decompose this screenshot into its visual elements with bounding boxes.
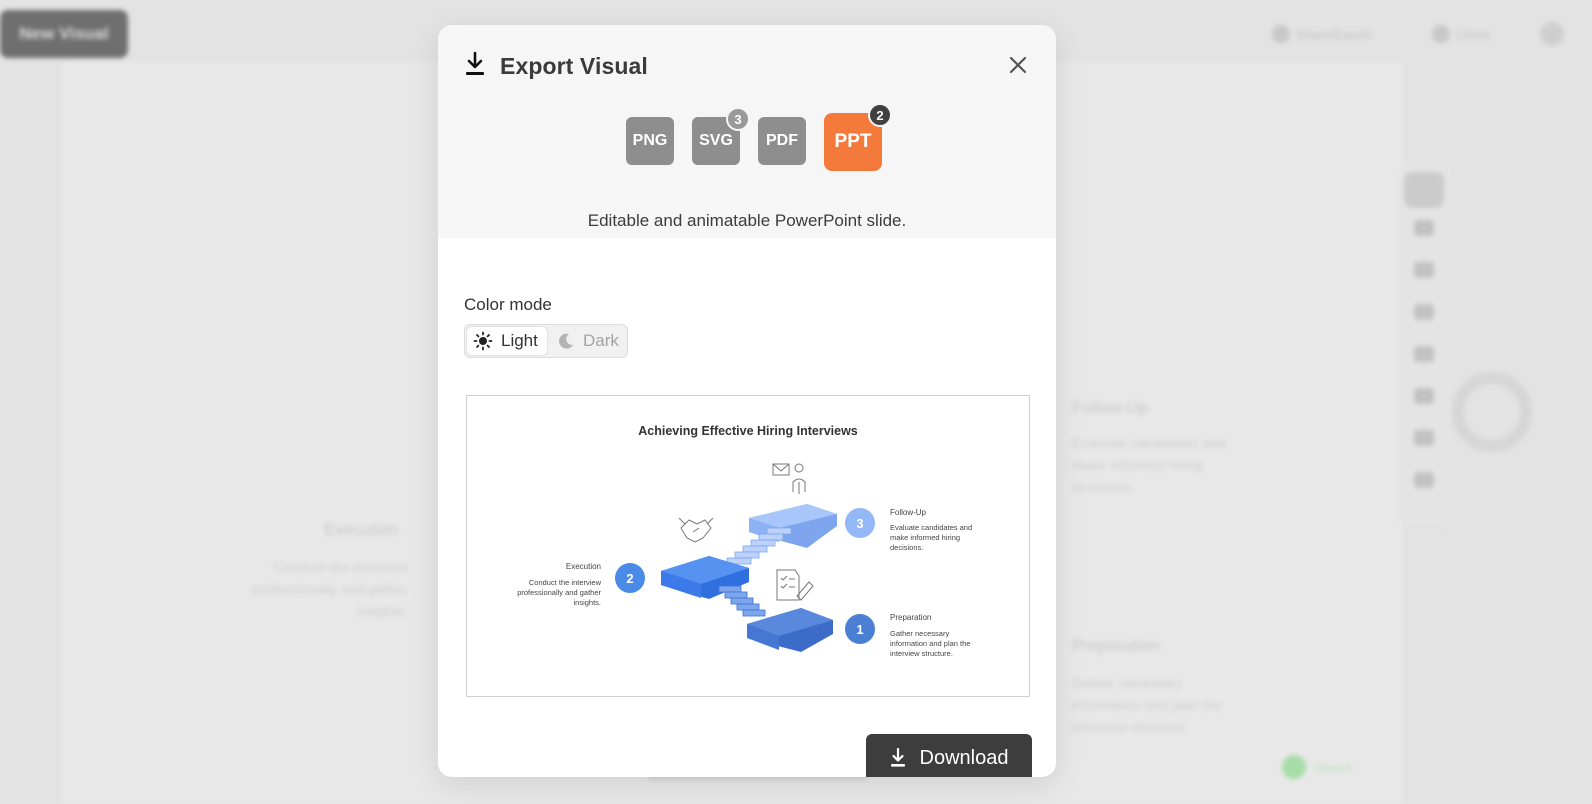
bg-text-line: make informed hiring (1072, 457, 1203, 473)
bg-text-line: professionally and gather (251, 581, 408, 597)
export-preview: Achieving Effective Hiring Interviews 1 … (466, 395, 1030, 697)
bg-text-line: Evaluate candidates and (1072, 435, 1226, 451)
toolbar-tool-draw (1414, 346, 1434, 362)
step2-desc-line: Conduct the interview (529, 578, 602, 587)
toolbar-tool-icon (1414, 304, 1434, 320)
bg-text-line: Gather necessary (1072, 675, 1183, 691)
bg-heading-followup: Follow-Up (1072, 398, 1149, 417)
toolbar-tool-image (1414, 472, 1434, 488)
format-pdf-button[interactable]: PDF (758, 117, 806, 165)
download-button[interactable]: Download (866, 734, 1032, 777)
color-mode-label: Color mode (464, 295, 552, 314)
step1-label: Preparation Gather necessary information… (890, 613, 970, 658)
checklist-pencil-icon (776, 569, 814, 601)
toolbar-tool-shape (1414, 220, 1434, 236)
step1-number: 1 (845, 614, 875, 644)
background-ring-decoration (1452, 372, 1532, 452)
bg-heading-preparation: Preparation (1072, 636, 1160, 655)
step2-desc-line: professionally and gather (517, 588, 601, 597)
check-icon (1282, 755, 1306, 779)
bg-text-line: interview structure. (1072, 719, 1190, 735)
share-label: Share/Export (1296, 26, 1372, 42)
step3-desc-line: decisions. (890, 543, 923, 552)
download-label: Download (919, 746, 1009, 769)
bg-text-line: insights. (356, 603, 408, 619)
bg-text-execution: Conduct the interview professionally and… (196, 556, 408, 622)
saved-status: Saved (1282, 754, 1386, 780)
modal-header: Export Visual PNG SVG 3 PDF PPT 2 Editab… (438, 25, 1056, 238)
step3-number-text: 3 (856, 516, 863, 531)
sun-icon (473, 331, 493, 351)
step1-desc-line: information and plan the (890, 639, 970, 648)
bg-text-line: decisions. (1072, 479, 1135, 495)
close-icon (1009, 56, 1027, 74)
format-label: SVG (699, 132, 733, 149)
format-label: PDF (766, 132, 798, 149)
preview-title: Achieving Effective Hiring Interviews (638, 424, 858, 438)
side-toolbar (1398, 166, 1450, 526)
color-mode-toggle: Light Dark (464, 324, 628, 358)
users-label: Users (1456, 26, 1490, 42)
step3-label: Follow-Up Evaluate candidates and make i… (890, 508, 972, 552)
color-mode-dark-label: Dark (583, 331, 619, 350)
format-badge: 2 (868, 103, 892, 127)
saved-label: Saved (1314, 759, 1351, 775)
step1-desc-line: Gather necessary (890, 629, 949, 638)
handshake-icon (678, 517, 714, 543)
toolbar-tool-link (1414, 388, 1434, 404)
preview-infographic: Achieving Effective Hiring Interviews 1 … (517, 424, 972, 658)
modal-title: Export Visual (500, 53, 648, 79)
color-mode-light-label: Light (501, 331, 538, 350)
step3-desc-line: Evaluate candidates and (890, 523, 972, 532)
format-label: PPT (834, 131, 872, 152)
format-svg-button[interactable]: SVG 3 (692, 107, 750, 165)
share-export-button: Share/Export (1272, 24, 1402, 44)
format-selector: PNG SVG 3 PDF PPT 2 (626, 103, 892, 171)
step3-name: Follow-Up (890, 508, 927, 517)
settings-icon (1540, 22, 1564, 46)
format-png-button[interactable]: PNG (626, 117, 674, 165)
stairs-lower (718, 585, 766, 617)
user-icon (1432, 25, 1450, 43)
step2-number-text: 2 (626, 571, 633, 586)
modal-title-row: Export Visual (464, 51, 648, 82)
new-visual-button: New Visual (0, 10, 128, 58)
toolbar-tool-text (1414, 262, 1434, 278)
download-icon (890, 748, 905, 767)
toolbar-tool-connector (1414, 430, 1434, 446)
close-button[interactable] (1004, 51, 1032, 79)
format-label: PNG (632, 132, 668, 149)
download-icon (464, 51, 486, 82)
format-badge: 3 (726, 107, 750, 131)
export-visual-modal: Export Visual PNG SVG 3 PDF PPT 2 Editab… (438, 25, 1056, 777)
format-description: Editable and animatable PowerPoint slide… (587, 211, 907, 230)
step3-desc-line: make informed hiring (890, 533, 960, 542)
share-icon (1272, 25, 1290, 43)
step2-name: Execution (566, 562, 601, 571)
format-ppt-button[interactable]: PPT 2 (824, 103, 892, 171)
users-button: Users (1432, 24, 1512, 44)
envelope-person-icon (772, 463, 806, 494)
step1-desc-line: interview structure. (890, 649, 953, 658)
step2-desc-line: insights. (573, 598, 601, 607)
step1-name: Preparation (890, 613, 931, 622)
step1-number-text: 1 (856, 622, 863, 637)
step3-number: 3 (845, 508, 875, 538)
bg-text-preparation: Gather necessary information and plan th… (1072, 672, 1292, 738)
bg-text-followup: Evaluate candidates and make informed hi… (1072, 432, 1292, 498)
color-mode-light-option[interactable]: Light (467, 327, 547, 355)
color-mode-dark-option[interactable]: Dark (551, 327, 637, 355)
bg-text-line: Conduct the interview (273, 559, 408, 575)
step2-label: Execution Conduct the interview professi… (517, 562, 601, 607)
moon-icon (559, 333, 573, 349)
bg-text-line: information and plan the (1072, 697, 1223, 713)
step2-number: 2 (615, 563, 645, 593)
toolbar-tool-select (1404, 172, 1444, 208)
bg-heading-execution: Execution (324, 520, 399, 539)
